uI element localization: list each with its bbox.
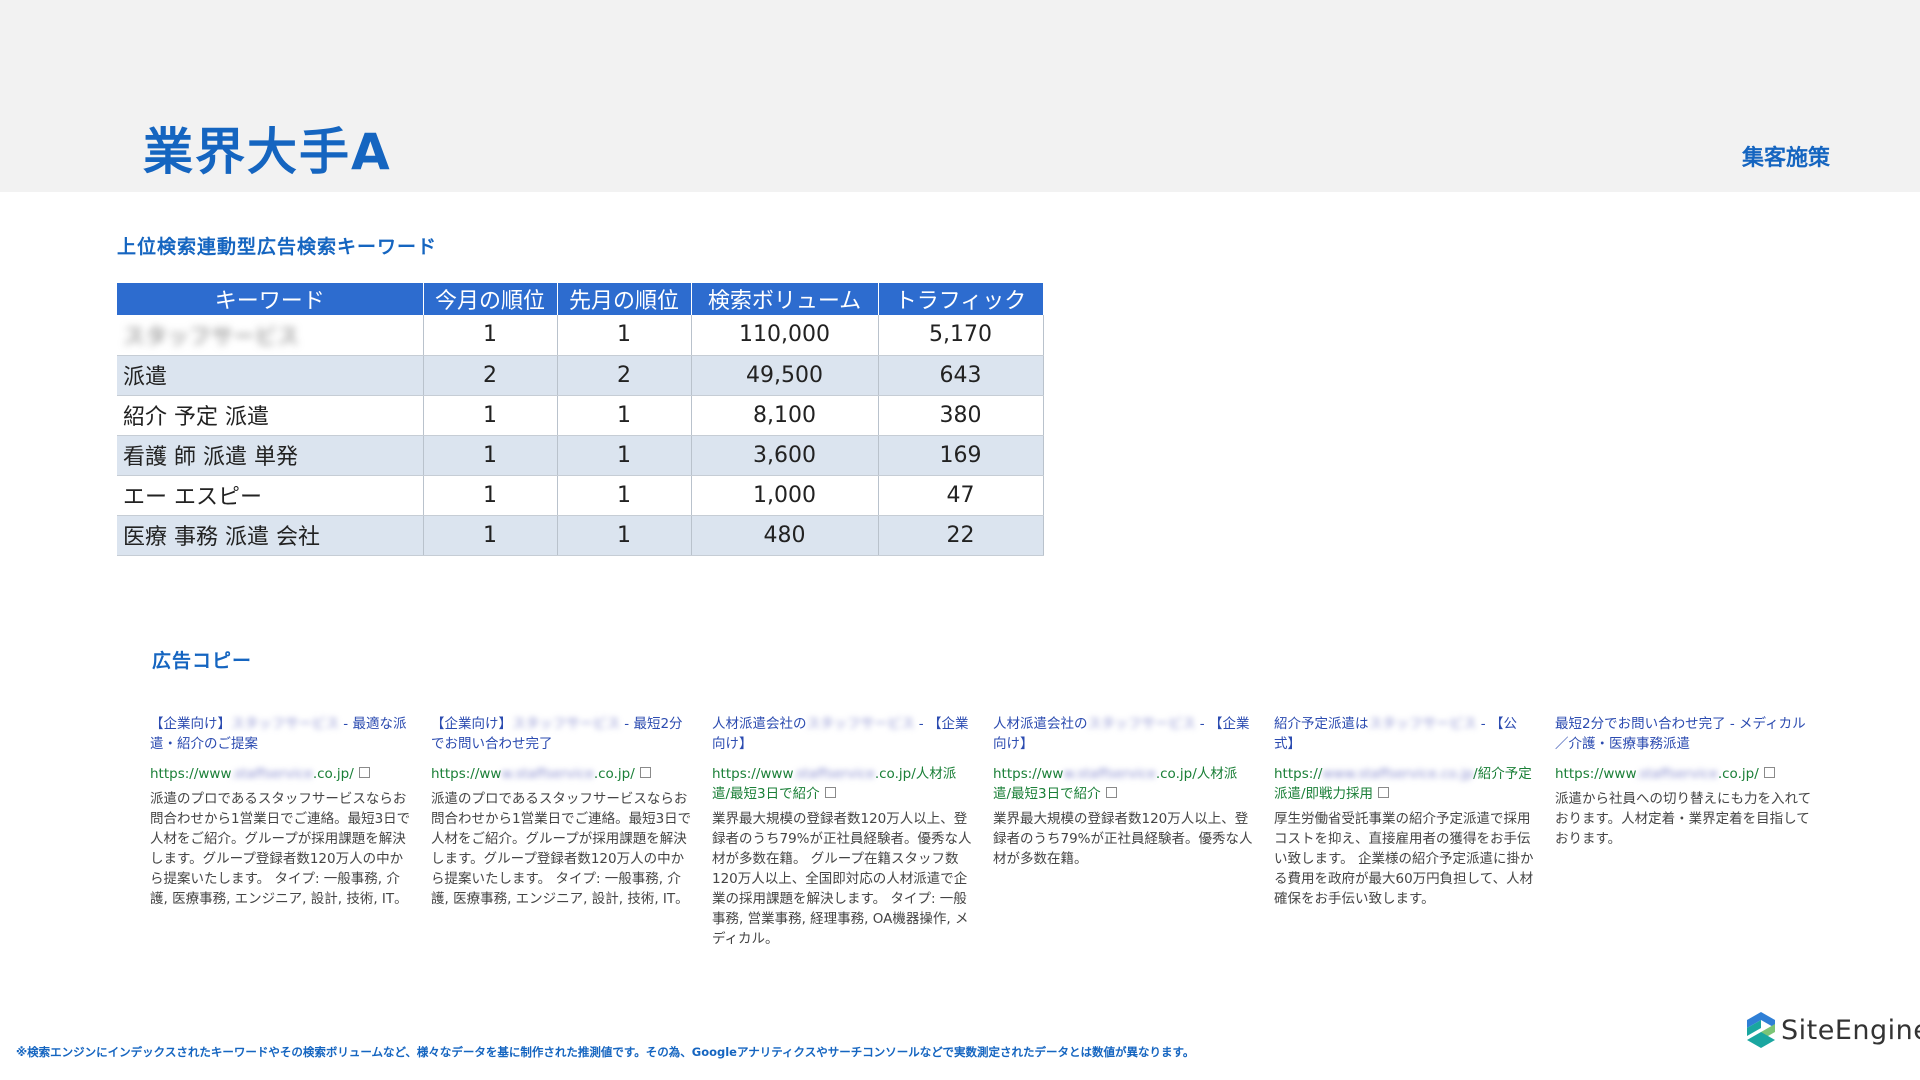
ad-title[interactable]: 紹介予定派遣はスタッフサービス - 【公式】 <box>1274 714 1536 756</box>
search-volume-cell: 3,600 <box>691 435 879 476</box>
site-engine-logo: SiteEngine <box>1745 1010 1920 1050</box>
this-month-rank-cell: 1 <box>423 515 558 556</box>
last-month-rank-cell: 1 <box>557 435 692 476</box>
external-link-icon[interactable] <box>1763 766 1775 778</box>
external-link-icon[interactable] <box>824 786 836 798</box>
column-header-last-month-rank: 先月の順位 <box>557 283 692 315</box>
ad-title[interactable]: 人材派遣会社のスタッフサービス - 【企業向け】 <box>993 714 1255 756</box>
table-row: エー エスピー 1 1 1,000 47 <box>117 475 1044 516</box>
ad-url[interactable]: https://www.staffservice.co.jp/ <box>431 764 693 784</box>
last-month-rank-cell: 1 <box>557 515 692 556</box>
keyword-cell: エー エスピー <box>117 475 424 516</box>
logo-mark-icon <box>1747 1012 1775 1048</box>
this-month-rank-cell: 1 <box>423 315 558 356</box>
search-volume-cell: 8,100 <box>691 395 879 436</box>
ad-card: 人材派遣会社のスタッフサービス - 【企業向け】 https://www.sta… <box>712 714 974 949</box>
ad-title[interactable]: 人材派遣会社のスタッフサービス - 【企業向け】 <box>712 714 974 756</box>
logo-text: SiteEngine <box>1781 1014 1920 1046</box>
this-month-rank-cell: 1 <box>423 395 558 436</box>
search-volume-cell: 480 <box>691 515 879 556</box>
table-row: 紹介 予定 派遣 1 1 8,100 380 <box>117 395 1044 436</box>
table-row: 看護 師 派遣 単発 1 1 3,600 169 <box>117 435 1044 476</box>
column-header-traffic: トラフィック <box>878 283 1044 315</box>
section-tag: 集客施策 <box>1741 146 1830 171</box>
ad-description: 厚生労働省受託事業の紹介予定派遣で採用コストを抑え、直接雇用者の獲得をお手伝い致… <box>1274 811 1534 907</box>
traffic-cell: 643 <box>878 355 1044 396</box>
ad-description: 業界最大規模の登録者数120万人以上、登録者のうち79%が正社員経験者。優秀な人… <box>993 811 1253 867</box>
keyword-table-heading: 上位検索連動型広告検索キーワード <box>117 236 438 258</box>
search-volume-cell: 49,500 <box>691 355 879 396</box>
column-header-this-month-rank: 今月の順位 <box>423 283 558 315</box>
traffic-cell: 169 <box>878 435 1044 476</box>
traffic-cell: 47 <box>878 475 1044 516</box>
this-month-rank-cell: 1 <box>423 435 558 476</box>
column-header-keyword: キーワード <box>117 283 424 315</box>
keyword-cell: 看護 師 派遣 単発 <box>117 435 424 476</box>
traffic-cell: 22 <box>878 515 1044 556</box>
ad-card: 最短2分でお問い合わせ完了 - メディカル／介護・医療事務派遣 https://… <box>1555 714 1817 849</box>
external-link-icon[interactable] <box>1105 786 1117 798</box>
blurred-keyword: スタッフサービス <box>123 324 300 350</box>
last-month-rank-cell: 1 <box>557 475 692 516</box>
keyword-cell: 医療 事務 派遣 会社 <box>117 515 424 556</box>
external-link-icon[interactable] <box>1378 786 1390 798</box>
keyword-cell: 紹介 予定 派遣 <box>117 395 424 436</box>
this-month-rank-cell: 2 <box>423 355 558 396</box>
last-month-rank-cell: 1 <box>557 395 692 436</box>
this-month-rank-cell: 1 <box>423 475 558 516</box>
keyword-table: キーワード 今月の順位 先月の順位 検索ボリューム トラフィック スタッフサービ… <box>117 283 1044 556</box>
keyword-cell: 派遣 <box>117 355 424 396</box>
ad-title[interactable]: 【企業向け】スタッフサービス - 最短2分でお問い合わせ完了 <box>431 714 693 756</box>
table-header-row: キーワード 今月の順位 先月の順位 検索ボリューム トラフィック <box>117 283 1044 315</box>
ad-description: 業界最大規模の登録者数120万人以上、登録者のうち79%が正社員経験者。優秀な人… <box>712 811 972 947</box>
footnote: ※検索エンジンにインデックスされたキーワードやその検索ボリュームなど、様々なデー… <box>16 1045 1195 1059</box>
ad-url[interactable]: https://www.staffservice.co.jp/ <box>1555 764 1817 784</box>
ad-description: 派遣のプロであるスタッフサービスならお問合わせから1営業日でご連絡。最短3日で人… <box>150 791 411 907</box>
ad-title[interactable]: 【企業向け】スタッフサービス - 最適な派遣・紹介のご提案 <box>150 714 412 756</box>
table-row: 医療 事務 派遣 会社 1 1 480 22 <box>117 515 1044 556</box>
ad-url[interactable]: https://www.staffservice.co.jp/ <box>150 764 412 784</box>
ad-card: 人材派遣会社のスタッフサービス - 【企業向け】 https://www.sta… <box>993 714 1255 869</box>
ad-description: 派遣のプロであるスタッフサービスならお問合わせから1営業日でご連絡。最短3日で人… <box>431 791 692 907</box>
traffic-cell: 380 <box>878 395 1044 436</box>
external-link-icon[interactable] <box>639 766 651 778</box>
ad-description: 派遣から社員への切り替えにも力を入れております。人材定着・業界定着を目指しており… <box>1555 791 1812 847</box>
search-volume-cell: 1,000 <box>691 475 879 516</box>
ad-url[interactable]: https://www.staffservice.co.jp/人材派遣/最短3日… <box>993 764 1255 804</box>
ad-title[interactable]: 最短2分でお問い合わせ完了 - メディカル／介護・医療事務派遣 <box>1555 714 1817 756</box>
column-header-search-volume: 検索ボリューム <box>691 283 879 315</box>
table-row: スタッフサービス 1 1 110,000 5,170 <box>117 315 1044 356</box>
ad-copy-heading: 広告コピー <box>152 650 253 672</box>
ad-card: 紹介予定派遣はスタッフサービス - 【公式】 https://www.staff… <box>1274 714 1536 909</box>
external-link-icon[interactable] <box>358 766 370 778</box>
ad-card: 【企業向け】スタッフサービス - 最短2分でお問い合わせ完了 https://w… <box>431 714 693 909</box>
ad-url[interactable]: https://www.staffservice.co.jp/紹介予定派遣/即戦… <box>1274 764 1536 804</box>
ad-url[interactable]: https://www.staffservice.co.jp/人材派遣/最短3日… <box>712 764 974 804</box>
page-title: 業界大手A <box>143 123 392 181</box>
table-row: 派遣 2 2 49,500 643 <box>117 355 1044 396</box>
traffic-cell: 5,170 <box>878 315 1044 356</box>
keyword-cell: スタッフサービス <box>117 315 424 356</box>
last-month-rank-cell: 2 <box>557 355 692 396</box>
search-volume-cell: 110,000 <box>691 315 879 356</box>
ad-card: 【企業向け】スタッフサービス - 最適な派遣・紹介のご提案 https://ww… <box>150 714 412 909</box>
last-month-rank-cell: 1 <box>557 315 692 356</box>
